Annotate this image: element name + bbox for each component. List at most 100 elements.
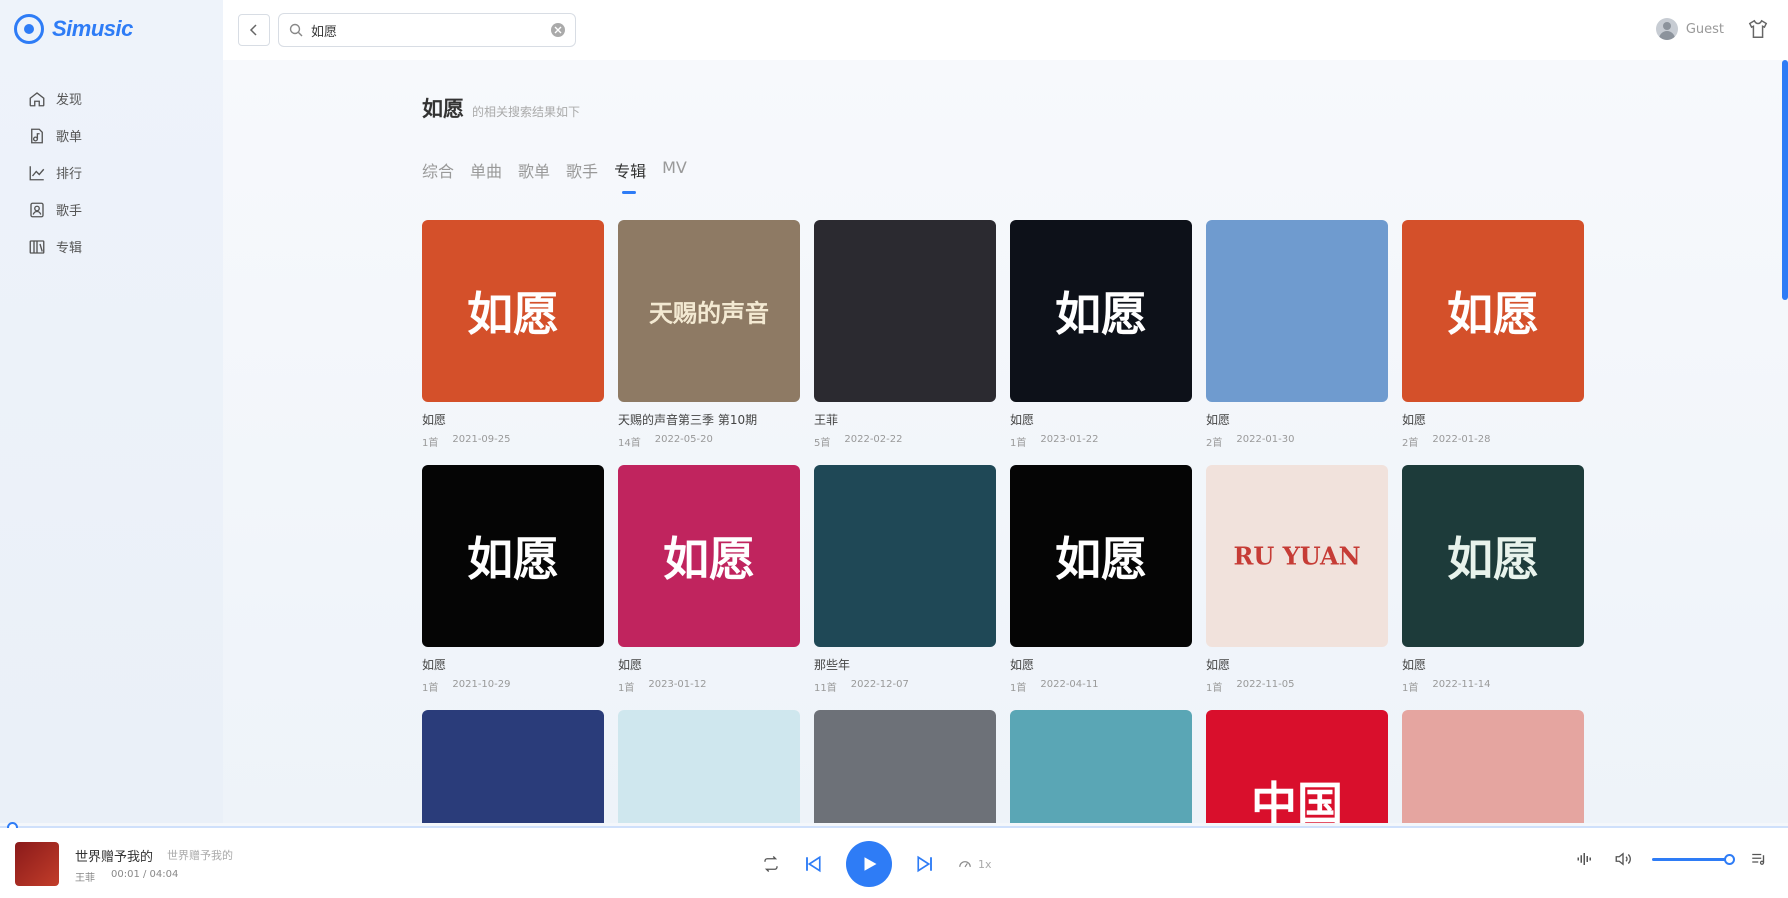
previous-button[interactable]	[804, 855, 822, 873]
album-cover[interactable]	[1010, 710, 1192, 823]
album-name[interactable]: 如愿	[1206, 411, 1388, 428]
album-cover[interactable]: 如愿	[422, 220, 604, 402]
album-name[interactable]: 如愿	[1010, 656, 1192, 673]
album-cover[interactable]	[1402, 710, 1584, 823]
album-card[interactable]: 那些年 11首 2022-12-07	[814, 465, 996, 694]
album-cover[interactable]: 如愿	[618, 465, 800, 647]
album-name[interactable]: 王菲	[814, 411, 996, 428]
play-button[interactable]	[846, 841, 892, 887]
album-song-count: 1首	[618, 683, 635, 694]
album-card[interactable]: 如愿 如愿 1首 2022-04-11	[1010, 465, 1192, 694]
album-cover[interactable]: 中国	[1206, 710, 1388, 823]
volume-button[interactable]	[1614, 850, 1632, 868]
logo-icon	[14, 14, 44, 44]
volume-icon	[1615, 852, 1631, 866]
skip-previous-icon	[806, 855, 821, 873]
queue-button[interactable]	[1750, 850, 1768, 868]
next-button[interactable]	[916, 855, 934, 873]
album-card[interactable]: 如愿 2首 2022-01-30	[1206, 220, 1388, 449]
album-cover[interactable]: 如愿	[1402, 220, 1584, 402]
tab-singers[interactable]: 歌手	[566, 158, 598, 190]
skin-button[interactable]	[1747, 18, 1769, 40]
sound-effect-button[interactable]	[1576, 850, 1594, 868]
album-cover[interactable]: 天赐的声音	[618, 220, 800, 402]
tab-all[interactable]: 综合	[422, 158, 454, 190]
album-name[interactable]: 如愿	[1402, 656, 1584, 673]
album-cover[interactable]	[1206, 220, 1388, 402]
album-name[interactable]: 天赐的声音第三季 第10期	[618, 411, 800, 428]
now-playing-title[interactable]: 世界赠予我的	[75, 846, 153, 865]
extra-controls	[1576, 850, 1768, 868]
chevron-left-icon	[249, 24, 257, 36]
sidebar-item-singer[interactable]: 歌手	[28, 191, 82, 228]
scrollbar-thumb[interactable]	[1782, 60, 1788, 300]
scrollbar[interactable]	[1782, 60, 1788, 823]
album-card[interactable]: 如愿 如愿 1首 2023-01-22	[1010, 220, 1192, 449]
tab-albums[interactable]: 专辑	[614, 158, 646, 194]
album-cover[interactable]: 如愿	[1010, 465, 1192, 647]
album-name[interactable]: 如愿	[1206, 656, 1388, 673]
back-button[interactable]	[238, 14, 270, 46]
clear-search-button[interactable]	[551, 23, 565, 37]
album-cover[interactable]: 如愿	[422, 465, 604, 647]
album-cover[interactable]: 如愿	[1010, 220, 1192, 402]
results-keyword: 如愿	[422, 97, 464, 121]
album-card[interactable]: 如愿 如愿 2首 2022-01-28	[1402, 220, 1584, 449]
waveform-icon	[1577, 853, 1591, 865]
album-song-count: 2首	[1402, 438, 1419, 449]
speed-button[interactable]: 1x	[958, 857, 992, 871]
album-cover[interactable]: RU YUAN	[1206, 465, 1388, 647]
repeat-button[interactable]	[762, 855, 780, 873]
album-name[interactable]: 那些年	[814, 656, 996, 673]
tab-playlists[interactable]: 歌单	[518, 158, 550, 190]
now-playing-alias: 世界赠予我的	[167, 849, 233, 862]
album-card[interactable]: 如愿 如愿 1首 2021-09-25	[422, 220, 604, 449]
album-grid: 如愿 如愿 1首 2021-09-25 天赐的声音 天赐的声音第三季 第10期 14首 202…	[422, 220, 1584, 823]
album-cover-text: 如愿	[467, 532, 559, 586]
playlist-icon	[28, 127, 46, 145]
album-cover[interactable]	[814, 220, 996, 402]
album-card[interactable]	[422, 710, 604, 823]
album-card[interactable]	[1010, 710, 1192, 823]
album-card[interactable]: 天赐的声音 天赐的声音第三季 第10期 14首 2022-05-20	[618, 220, 800, 449]
album-name[interactable]: 如愿	[1010, 411, 1192, 428]
tab-mv[interactable]: MV	[662, 158, 687, 190]
album-cover[interactable]	[422, 710, 604, 823]
album-name[interactable]: 如愿	[422, 411, 604, 428]
album-name[interactable]: 如愿	[422, 656, 604, 673]
album-name[interactable]: 如愿	[618, 656, 800, 673]
sidebar-nav: 发现 歌单 排行 歌手 专辑	[28, 80, 82, 265]
now-playing-cover[interactable]	[15, 842, 59, 886]
album-release-date: 2023-01-12	[648, 679, 707, 690]
user-menu[interactable]: Guest	[1655, 18, 1724, 40]
tab-songs[interactable]: 单曲	[470, 158, 502, 190]
album-cover[interactable]	[618, 710, 800, 823]
album-card[interactable]	[814, 710, 996, 823]
album-release-date: 2022-12-07	[850, 679, 909, 690]
sidebar-item-album[interactable]: 专辑	[28, 228, 82, 265]
now-playing-artist[interactable]: 王菲	[75, 869, 95, 884]
album-card[interactable]: 如愿 如愿 1首 2022-11-14	[1402, 465, 1584, 694]
album-card[interactable]: 中国	[1206, 710, 1388, 823]
repeat-icon	[764, 856, 778, 872]
album-meta: 1首 2022-04-11	[1010, 679, 1192, 694]
album-card[interactable]: 王菲 5首 2022-02-22	[814, 220, 996, 449]
search-input[interactable]	[311, 22, 551, 38]
album-card[interactable]: RU YUAN 如愿 1首 2022-11-05	[1206, 465, 1388, 694]
sidebar-item-playlist[interactable]: 歌单	[28, 117, 82, 154]
sidebar-item-discover[interactable]: 发现	[28, 80, 82, 117]
volume-slider[interactable]	[1652, 853, 1735, 865]
album-cover[interactable]	[814, 465, 996, 647]
album-cover[interactable]: 如愿	[1402, 465, 1584, 647]
album-name[interactable]: 如愿	[1402, 411, 1584, 428]
sidebar-item-ranking[interactable]: 排行	[28, 154, 82, 191]
search-box[interactable]	[278, 13, 576, 47]
album-card[interactable]: 如愿 如愿 1首 2021-10-29	[422, 465, 604, 694]
album-cover[interactable]	[814, 710, 996, 823]
volume-handle[interactable]	[1724, 853, 1735, 865]
album-card[interactable]	[618, 710, 800, 823]
album-card[interactable]	[1402, 710, 1584, 823]
app-logo[interactable]: Simusic	[14, 14, 133, 44]
album-card[interactable]: 如愿 如愿 1首 2023-01-12	[618, 465, 800, 694]
album-song-count: 11首	[814, 683, 837, 694]
